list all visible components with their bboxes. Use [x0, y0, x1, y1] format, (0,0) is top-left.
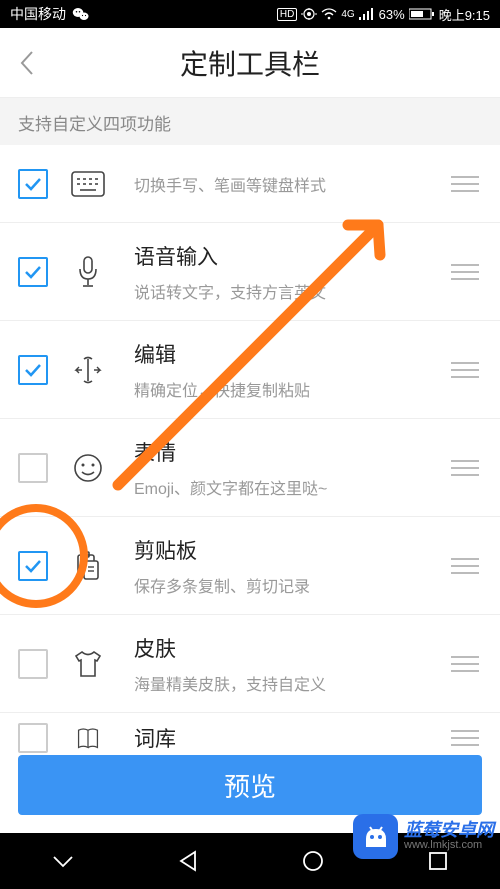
watermark-title: 蓝莓安卓网: [404, 821, 494, 840]
checkbox[interactable]: [18, 453, 48, 483]
watermark-logo-icon: [353, 814, 398, 859]
drag-handle-icon[interactable]: [448, 730, 482, 746]
feature-list: 切换手写、笔画等键盘样式 语音输入 说话转文字，支持方言英文 编辑 精确定位，快…: [0, 145, 500, 763]
watermark-url: www.lmkjst.com: [404, 840, 494, 852]
nav-back-button[interactable]: [158, 841, 218, 881]
row-title: 语音输入: [134, 241, 448, 271]
wechat-icon: [72, 6, 90, 22]
checkbox[interactable]: [18, 169, 48, 199]
cursor-icon: [68, 355, 108, 385]
nav-menu-button[interactable]: [33, 841, 93, 881]
status-left: 中国移动: [10, 4, 90, 24]
list-item[interactable]: 切换手写、笔画等键盘样式: [0, 145, 500, 223]
microphone-icon: [68, 255, 108, 289]
status-right: HD 4G 63% 晚上9:15: [277, 5, 490, 24]
watermark: 蓝莓安卓网 www.lmkjst.com: [353, 814, 494, 859]
status-bar: 中国移动 HD 4G 63% 晚上9:15: [0, 0, 500, 28]
row-desc: 海量精美皮肤，支持自定义: [134, 671, 448, 695]
dictionary-icon: [68, 727, 108, 749]
title-bar: 定制工具栏: [0, 28, 500, 98]
drag-handle-icon[interactable]: [448, 558, 482, 574]
carrier-label: 中国移动: [10, 4, 66, 24]
subtitle: 支持自定义四项功能: [0, 98, 500, 145]
drag-handle-icon[interactable]: [448, 460, 482, 476]
drag-handle-icon[interactable]: [448, 362, 482, 378]
row-title: 词库: [134, 723, 448, 753]
checkbox[interactable]: [18, 257, 48, 287]
signal-icon: [359, 8, 375, 20]
wifi-icon: [321, 8, 337, 20]
checkbox[interactable]: [18, 355, 48, 385]
list-item[interactable]: 皮肤 海量精美皮肤，支持自定义: [0, 615, 500, 713]
nav-home-button[interactable]: [283, 841, 343, 881]
row-desc: 说话转文字，支持方言英文: [134, 279, 448, 303]
checkbox[interactable]: [18, 723, 48, 753]
time-label: 晚上9:15: [439, 5, 490, 24]
emoji-icon: [68, 453, 108, 483]
row-title: 编辑: [134, 339, 448, 369]
preview-button[interactable]: 预览: [18, 755, 482, 815]
list-item[interactable]: 表情 Emoji、颜文字都在这里哒~: [0, 419, 500, 517]
battery-icon: [409, 8, 435, 20]
checkbox[interactable]: [18, 551, 48, 581]
battery-label: 63%: [379, 7, 405, 22]
list-item[interactable]: 编辑 精确定位，快捷复制粘贴: [0, 321, 500, 419]
eye-icon: [301, 8, 317, 20]
list-item[interactable]: 语音输入 说话转文字，支持方言英文: [0, 223, 500, 321]
clipboard-icon: [68, 551, 108, 581]
drag-handle-icon[interactable]: [448, 264, 482, 280]
row-desc: 精确定位，快捷复制粘贴: [134, 377, 448, 401]
row-desc: Emoji、颜文字都在这里哒~: [134, 475, 448, 499]
net-label: 4G: [341, 9, 354, 20]
row-desc: 切换手写、笔画等键盘样式: [134, 172, 448, 196]
keyboard-icon: [68, 171, 108, 197]
shirt-icon: [68, 649, 108, 679]
back-button[interactable]: [16, 28, 38, 97]
row-desc: 保存多条复制、剪切记录: [134, 573, 448, 597]
drag-handle-icon[interactable]: [448, 656, 482, 672]
drag-handle-icon[interactable]: [448, 176, 482, 192]
row-title: 表情: [134, 437, 448, 467]
preview-label: 预览: [224, 767, 276, 804]
row-title: 剪贴板: [134, 535, 448, 565]
page-title: 定制工具栏: [180, 43, 320, 83]
row-title: 皮肤: [134, 633, 448, 663]
hd-badge: HD: [277, 8, 297, 21]
list-item[interactable]: 剪贴板 保存多条复制、剪切记录: [0, 517, 500, 615]
checkbox[interactable]: [18, 649, 48, 679]
